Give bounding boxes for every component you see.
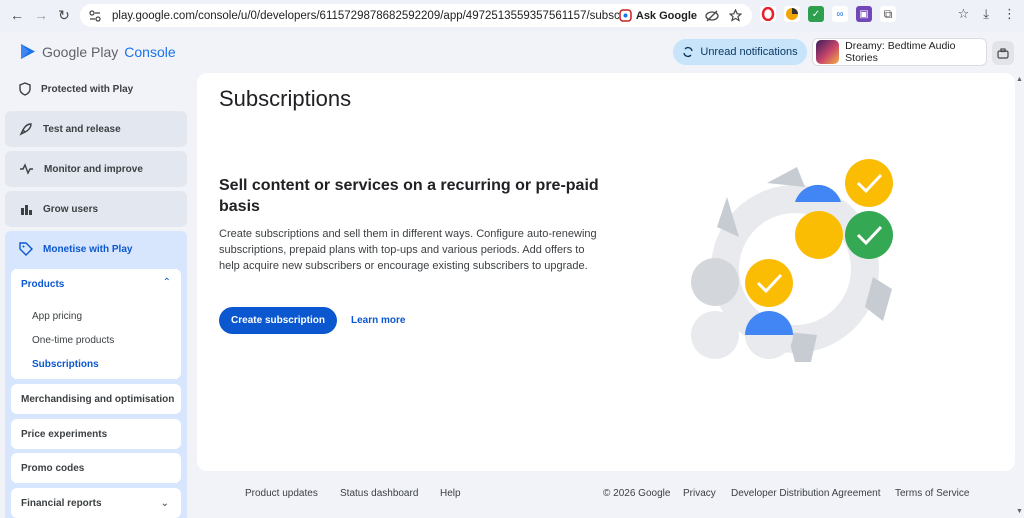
opera-extension-icon[interactable] bbox=[760, 6, 776, 22]
sidebar-item-protected[interactable]: Protected with Play bbox=[5, 76, 187, 102]
sidebar-item-label: Test and release bbox=[43, 123, 121, 135]
console-header: Google Play Console Unread notifications… bbox=[0, 31, 1024, 73]
url-text[interactable]: play.google.com/console/u/0/developers/6… bbox=[112, 10, 619, 22]
empty-state-title: Sell content or services on a recurring … bbox=[219, 177, 599, 215]
footer-dda-link[interactable]: Developer Distribution Agreement bbox=[731, 488, 881, 499]
briefcase-icon[interactable] bbox=[992, 41, 1014, 65]
ask-google-label: Ask Google bbox=[635, 9, 697, 22]
sidebar-item-grow[interactable]: Grow users bbox=[5, 191, 187, 227]
colorful-extension-icon[interactable] bbox=[784, 6, 800, 22]
tv-extension-icon[interactable]: ▣ bbox=[856, 6, 872, 22]
chevron-down-icon[interactable]: ⌄ bbox=[161, 498, 169, 509]
products-header[interactable]: Products bbox=[21, 279, 64, 290]
shield-icon bbox=[19, 82, 31, 96]
logo-console-text: Console bbox=[124, 43, 176, 60]
sidebar-item-monetise[interactable]: Monetise with Play bbox=[5, 231, 187, 267]
sidebar-item-label: Monetise with Play bbox=[43, 243, 133, 255]
reload-icon[interactable]: ↻ bbox=[53, 4, 75, 26]
grow-users-icon bbox=[21, 205, 32, 215]
main-content: Subscriptions Sell content or services o… bbox=[197, 73, 1015, 471]
extensions-puzzle-icon[interactable]: ⧉ bbox=[880, 6, 896, 22]
notifications-sync-icon bbox=[683, 46, 694, 58]
app-name: Dreamy: Bedtime Audio Stories bbox=[845, 40, 956, 64]
google-play-console-logo[interactable]: Google Play Console bbox=[20, 43, 176, 60]
sidebar-item-promo-codes[interactable]: Promo codes bbox=[11, 453, 181, 483]
unread-notifications-label: Unread notifications bbox=[700, 46, 798, 58]
page-scrollbar[interactable] bbox=[1016, 73, 1024, 518]
products-submenu: Products ⌃ App pricing One-time products… bbox=[11, 269, 181, 379]
submenu-item-app-pricing[interactable]: App pricing bbox=[32, 311, 82, 322]
footer-status-dashboard-link[interactable]: Status dashboard bbox=[340, 488, 418, 499]
logo-google-text: Google Play bbox=[42, 43, 119, 60]
site-info-icon[interactable] bbox=[88, 9, 102, 23]
sidebar: Protected with Play Test and release Mon… bbox=[0, 73, 192, 518]
tag-icon bbox=[19, 242, 33, 256]
sidebar-item-label: Protected with Play bbox=[41, 83, 134, 95]
footer-product-updates-link[interactable]: Product updates bbox=[245, 488, 318, 499]
sidebar-item-monitor[interactable]: Monitor and improve bbox=[5, 151, 187, 187]
bookmark-star-icon[interactable] bbox=[729, 9, 742, 22]
submenu-item-one-time-products[interactable]: One-time products bbox=[32, 335, 114, 346]
pulse-icon bbox=[20, 163, 33, 175]
scroll-down-arrow-icon[interactable]: ▼ bbox=[1016, 508, 1023, 515]
sidebar-item-label: Merchandising and optimisation bbox=[21, 393, 175, 405]
create-subscription-button[interactable]: Create subscription bbox=[219, 307, 337, 334]
footer-privacy-link[interactable]: Privacy bbox=[683, 488, 716, 499]
learn-more-link[interactable]: Learn more bbox=[351, 315, 405, 326]
page-title: Subscriptions bbox=[219, 86, 352, 111]
submenu-item-subscriptions[interactable]: Subscriptions bbox=[32, 359, 99, 370]
browser-toolbar: ← → ↻ play.google.com/console/u/0/develo… bbox=[0, 0, 1024, 31]
rocket-icon bbox=[19, 123, 32, 136]
app-selector[interactable]: Dreamy: Bedtime Audio Stories bbox=[812, 38, 987, 66]
back-icon[interactable]: ← bbox=[6, 4, 28, 26]
lens-icon bbox=[619, 9, 632, 22]
app-icon bbox=[816, 40, 840, 64]
eye-off-icon[interactable] bbox=[705, 10, 719, 22]
footer-help-link[interactable]: Help bbox=[440, 488, 461, 499]
sidebar-item-label: Promo codes bbox=[21, 462, 85, 474]
link-extension-icon[interactable]: ∞ bbox=[832, 6, 848, 22]
sidebar-item-test-release[interactable]: Test and release bbox=[5, 111, 187, 147]
address-bar[interactable]: play.google.com/console/u/0/developers/6… bbox=[80, 4, 752, 27]
play-logo-icon bbox=[21, 44, 35, 59]
menu-icon[interactable]: ⋮ bbox=[1003, 6, 1016, 22]
chevron-up-icon[interactable]: ⌃ bbox=[163, 277, 171, 288]
unread-notifications-button[interactable]: Unread notifications bbox=[673, 39, 807, 65]
sidebar-item-merchandising[interactable]: Merchandising and optimisation bbox=[11, 384, 181, 414]
footer-copyright: © 2026 Google bbox=[603, 488, 671, 499]
sidebar-item-financial-reports[interactable]: Financial reports ⌄ bbox=[11, 488, 181, 518]
download-icon[interactable]: ⤓ bbox=[983, 6, 989, 22]
ask-google-button[interactable]: Ask Google bbox=[619, 9, 697, 22]
sidebar-item-label: Grow users bbox=[43, 203, 99, 215]
check-extension-icon[interactable]: ✓ bbox=[808, 6, 824, 22]
page-footer: Product updates Status dashboard Help © … bbox=[197, 478, 1015, 508]
subscriptions-illustration bbox=[691, 159, 893, 362]
footer-terms-link[interactable]: Terms of Service bbox=[895, 488, 969, 499]
sidebar-item-label: Price experiments bbox=[21, 428, 108, 440]
forward-icon[interactable]: → bbox=[30, 4, 52, 26]
empty-state-description: Create subscriptions and sell them in di… bbox=[219, 228, 597, 272]
scroll-up-arrow-icon[interactable]: ▲ bbox=[1016, 76, 1023, 83]
sidebar-item-label: Financial reports bbox=[21, 497, 102, 509]
sidebar-item-label: Monitor and improve bbox=[44, 163, 143, 175]
reading-list-icon[interactable]: ☆ bbox=[958, 6, 970, 22]
sidebar-item-price-experiments[interactable]: Price experiments bbox=[11, 419, 181, 449]
